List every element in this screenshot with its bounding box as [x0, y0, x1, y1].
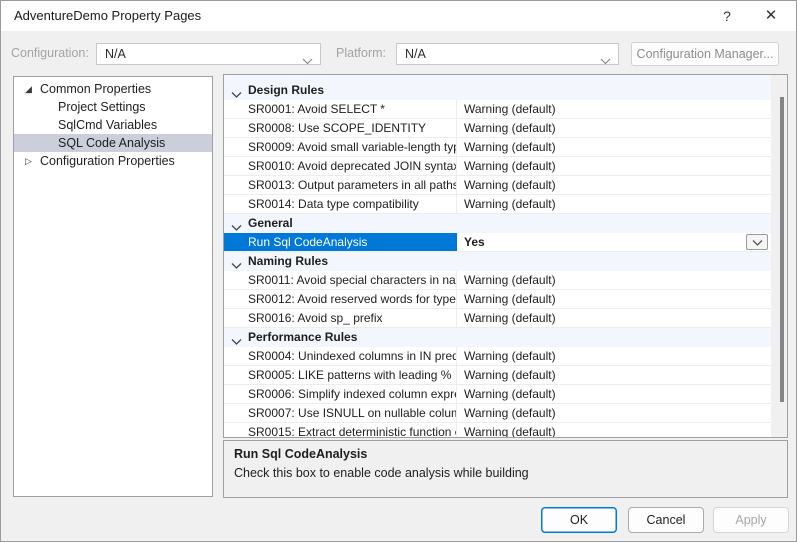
grid-row-sr0007[interactable]: SR0007: Use ISNULL on nullable columnWar…	[224, 404, 771, 423]
chevron-down-icon	[752, 239, 763, 247]
grid-row-sr0013[interactable]: SR0013: Output parameters in all pathsWa…	[224, 176, 771, 195]
grid-row-sr0014[interactable]: SR0014: Data type compatibilityWarning (…	[224, 195, 771, 214]
rule-name-cell[interactable]: SR0013: Output parameters in all paths	[224, 176, 457, 194]
grid-row-sr0008[interactable]: SR0008: Use SCOPE_IDENTITYWarning (defau…	[224, 119, 771, 138]
rule-name-cell[interactable]: SR0006: Simplify indexed column expres	[224, 385, 457, 403]
chevron-down-icon	[302, 51, 313, 71]
rule-value-cell[interactable]: Warning (default)	[458, 404, 771, 422]
section-header-design-rules[interactable]: Design Rules	[224, 81, 771, 100]
tree-collapse-icon[interactable]: ◢	[25, 80, 37, 98]
section-title: Design Rules	[248, 81, 324, 100]
rule-value-cell[interactable]: Warning (default)	[458, 290, 771, 308]
grid-row-sr0006[interactable]: SR0006: Simplify indexed column expresWa…	[224, 385, 771, 404]
section-title: General	[248, 214, 293, 233]
platform-value: N/A	[405, 47, 426, 61]
configuration-dropdown[interactable]: N/A	[96, 43, 321, 65]
grid-scrollbar[interactable]	[771, 75, 787, 437]
rule-name-cell[interactable]: SR0015: Extract deterministic function c…	[224, 423, 457, 438]
grid-row-sr0012[interactable]: SR0012: Avoid reserved words for type nW…	[224, 290, 771, 309]
rule-name-cell[interactable]: SR0010: Avoid deprecated JOIN syntax	[224, 157, 457, 175]
section-header-performance-rules[interactable]: Performance Rules	[224, 328, 771, 347]
rule-name-cell[interactable]: SR0005: LIKE patterns with leading %	[224, 366, 457, 384]
tree-item-sql-code-analysis[interactable]: SQL Code Analysis	[14, 134, 212, 152]
platform-dropdown[interactable]: N/A	[396, 43, 619, 65]
help-button[interactable]: ?	[710, 1, 744, 31]
title-bar: AdventureDemo Property Pages ? ✕	[1, 1, 796, 31]
chevron-down-icon	[600, 51, 611, 71]
rule-value-cell[interactable]: Warning (default)	[458, 366, 771, 384]
rule-value-cell[interactable]: Warning (default)	[458, 271, 771, 289]
dialog-window: { "window": { "title": "AdventureDemo Pr…	[0, 0, 797, 542]
rule-name-cell[interactable]: SR0011: Avoid special characters in nam	[224, 271, 457, 289]
rule-value-cell[interactable]: Yes	[458, 233, 771, 251]
rule-value-cell[interactable]: Warning (default)	[458, 100, 771, 118]
description-text: Check this box to enable code analysis w…	[234, 466, 777, 480]
rule-value-cell[interactable]: Warning (default)	[458, 385, 771, 403]
grid-row-sr0004[interactable]: SR0004: Unindexed columns in IN predicWa…	[224, 347, 771, 366]
section-header-naming-rules[interactable]: Naming Rules	[224, 252, 771, 271]
rule-name-cell[interactable]: SR0001: Avoid SELECT *	[224, 100, 457, 118]
rule-value-cell[interactable]: Warning (default)	[458, 138, 771, 156]
grid-row-sr0016[interactable]: SR0016: Avoid sp_ prefixWarning (default…	[224, 309, 771, 328]
rule-value-cell[interactable]: Warning (default)	[458, 195, 771, 213]
grid-row-sr0009[interactable]: SR0009: Avoid small variable-length typW…	[224, 138, 771, 157]
rule-name-cell[interactable]: SR0016: Avoid sp_ prefix	[224, 309, 457, 327]
tree-item-project-settings[interactable]: Project Settings	[14, 98, 212, 116]
property-grid-content: Design RulesSR0001: Avoid SELECT *Warnin…	[224, 75, 771, 438]
value-dropdown-button[interactable]	[746, 234, 768, 250]
window-title: AdventureDemo Property Pages	[14, 1, 201, 31]
tree-item-configuration-properties[interactable]: ▷Configuration Properties	[14, 152, 212, 170]
rule-name-cell[interactable]: SR0012: Avoid reserved words for type n	[224, 290, 457, 308]
rule-name-cell[interactable]: SR0014: Data type compatibility	[224, 195, 457, 213]
grid-row-sr0005[interactable]: SR0005: LIKE patterns with leading %Warn…	[224, 366, 771, 385]
rule-value-cell[interactable]: Warning (default)	[458, 157, 771, 175]
section-title: Naming Rules	[248, 252, 328, 271]
property-grid: Design RulesSR0001: Avoid SELECT *Warnin…	[223, 74, 788, 438]
rule-value-cell[interactable]: Warning (default)	[458, 309, 771, 327]
properties-tree: ◢Common PropertiesProject SettingsSqlCmd…	[13, 76, 213, 497]
configuration-value: N/A	[105, 47, 126, 61]
platform-label: Platform:	[336, 46, 386, 60]
tree-item-label: SQL Code Analysis	[58, 134, 165, 152]
rule-value-cell[interactable]: Warning (default)	[458, 119, 771, 137]
section-title: Performance Rules	[248, 328, 357, 347]
grid-row-sr0001[interactable]: SR0001: Avoid SELECT *Warning (default)	[224, 100, 771, 119]
grid-row-sr0015[interactable]: SR0015: Extract deterministic function c…	[224, 423, 771, 438]
rule-name-cell[interactable]: SR0008: Use SCOPE_IDENTITY	[224, 119, 457, 137]
rule-value-cell[interactable]: Warning (default)	[458, 423, 771, 438]
close-button[interactable]: ✕	[754, 1, 788, 31]
apply-button[interactable]: Apply	[713, 507, 789, 533]
configuration-label: Configuration:	[11, 46, 89, 60]
grid-row-sr0011[interactable]: SR0011: Avoid special characters in namW…	[224, 271, 771, 290]
tree-item-sqlcmd-variables[interactable]: SqlCmd Variables	[14, 116, 212, 134]
cancel-button[interactable]: Cancel	[628, 507, 704, 533]
rule-name-cell[interactable]: Run Sql CodeAnalysis	[224, 233, 457, 251]
tree-item-label: SqlCmd Variables	[58, 116, 157, 134]
rule-value-cell[interactable]: Warning (default)	[458, 176, 771, 194]
grid-row-sr0010[interactable]: SR0010: Avoid deprecated JOIN syntaxWarn…	[224, 157, 771, 176]
configuration-manager-button[interactable]: Configuration Manager...	[631, 42, 779, 66]
tree-item-common-properties[interactable]: ◢Common Properties	[14, 80, 212, 98]
ok-button[interactable]: OK	[541, 507, 617, 533]
section-header-general[interactable]: General	[224, 214, 771, 233]
rule-name-cell[interactable]: SR0007: Use ISNULL on nullable column	[224, 404, 457, 422]
description-title: Run Sql CodeAnalysis	[234, 447, 777, 461]
tree-item-label: Project Settings	[58, 98, 146, 116]
tree-item-label: Configuration Properties	[40, 152, 175, 170]
scrollbar-thumb[interactable]	[780, 97, 784, 402]
description-panel: Run Sql CodeAnalysis Check this box to e…	[223, 440, 788, 498]
rule-name-cell[interactable]: SR0004: Unindexed columns in IN predic	[224, 347, 457, 365]
grid-row-run-sql-codeanalysis[interactable]: Run Sql CodeAnalysisYes	[224, 233, 771, 252]
rule-name-cell[interactable]: SR0009: Avoid small variable-length typ	[224, 138, 457, 156]
tree-item-label: Common Properties	[40, 80, 151, 98]
rule-value-cell[interactable]: Warning (default)	[458, 347, 771, 365]
tree-expand-icon[interactable]: ▷	[25, 152, 37, 170]
